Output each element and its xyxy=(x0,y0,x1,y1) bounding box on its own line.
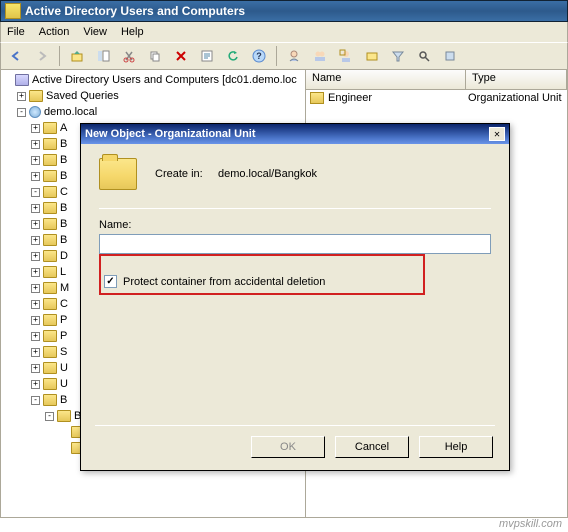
folder-icon xyxy=(43,138,57,150)
new-group-button[interactable] xyxy=(309,45,331,67)
cut-button[interactable] xyxy=(118,45,140,67)
folder-icon xyxy=(43,394,57,406)
expand-icon[interactable]: + xyxy=(31,380,40,389)
expand-icon[interactable]: + xyxy=(17,92,26,101)
app-title: Active Directory Users and Computers xyxy=(25,4,245,18)
show-tree-button[interactable] xyxy=(92,45,114,67)
properties-button[interactable] xyxy=(196,45,218,67)
folder-icon xyxy=(43,250,57,262)
protect-label: Protect container from accidental deleti… xyxy=(123,276,325,288)
dialog-titlebar: New Object - Organizational Unit ✕ xyxy=(81,124,509,144)
expand-icon[interactable]: - xyxy=(31,396,40,405)
expand-icon[interactable]: + xyxy=(31,364,40,373)
help-button[interactable]: Help xyxy=(419,436,493,458)
folder-icon xyxy=(43,346,57,358)
collapse-icon[interactable]: - xyxy=(17,108,26,117)
name-label: Name: xyxy=(99,219,491,231)
close-button[interactable]: ✕ xyxy=(489,127,505,141)
expand-icon[interactable]: + xyxy=(31,204,40,213)
app-icon xyxy=(5,3,21,19)
folder-icon xyxy=(43,298,57,310)
expand-icon[interactable]: - xyxy=(31,188,40,197)
folder-icon xyxy=(43,202,57,214)
expand-icon[interactable]: + xyxy=(31,124,40,133)
new-ou-button[interactable] xyxy=(335,45,357,67)
expand-icon[interactable]: + xyxy=(31,156,40,165)
find-button[interactable] xyxy=(361,45,383,67)
cancel-button[interactable]: Cancel xyxy=(335,436,409,458)
folder-icon xyxy=(43,266,57,278)
expand-icon[interactable]: + xyxy=(31,348,40,357)
filter-button[interactable] xyxy=(387,45,409,67)
dialog-title: New Object - Organizational Unit xyxy=(85,128,256,140)
tree-domain[interactable]: - demo.local xyxy=(1,104,305,120)
create-in-label: Create in: xyxy=(155,168,203,180)
folder-icon xyxy=(43,314,57,326)
name-input[interactable] xyxy=(99,234,491,254)
expand-icon[interactable]: + xyxy=(31,300,40,309)
list-header: Name Type xyxy=(306,70,567,90)
folder-icon xyxy=(43,362,57,374)
folder-icon xyxy=(43,378,57,390)
search-button[interactable] xyxy=(413,45,435,67)
folder-icon xyxy=(43,186,57,198)
refresh-button[interactable] xyxy=(222,45,244,67)
watermark: mvpskill.com xyxy=(499,518,562,530)
list-row[interactable]: Engineer Organizational Unit xyxy=(306,90,567,106)
ou-icon xyxy=(310,92,324,104)
folder-icon xyxy=(43,234,57,246)
copy-button[interactable] xyxy=(144,45,166,67)
server-icon xyxy=(15,74,29,86)
expand-icon[interactable]: + xyxy=(31,220,40,229)
menu-help[interactable]: Help xyxy=(121,26,144,38)
expand-icon[interactable]: + xyxy=(31,172,40,181)
col-type[interactable]: Type xyxy=(466,70,567,89)
app-titlebar: Active Directory Users and Computers xyxy=(0,0,568,22)
folder-icon xyxy=(43,154,57,166)
col-name[interactable]: Name xyxy=(306,70,466,89)
up-button[interactable] xyxy=(66,45,88,67)
menubar: File Action View Help xyxy=(0,22,568,42)
svg-text:?: ? xyxy=(256,51,262,61)
menu-file[interactable]: File xyxy=(7,26,25,38)
folder-icon xyxy=(99,158,137,190)
highlight-annotation: ✓ Protect container from accidental dele… xyxy=(99,254,425,295)
expand-icon[interactable]: + xyxy=(31,252,40,261)
expand-icon[interactable]: + xyxy=(31,236,40,245)
menu-view[interactable]: View xyxy=(83,26,107,38)
ok-button[interactable]: OK xyxy=(251,436,325,458)
tree-saved-queries[interactable]: + Saved Queries xyxy=(1,88,305,104)
help-button[interactable]: ? xyxy=(248,45,270,67)
expand-icon[interactable]: + xyxy=(31,140,40,149)
new-ou-dialog: New Object - Organizational Unit ✕ Creat… xyxy=(80,123,510,471)
forward-button[interactable] xyxy=(31,45,53,67)
add-domain-button[interactable] xyxy=(439,45,461,67)
globe-icon xyxy=(29,106,41,118)
expand-icon[interactable]: + xyxy=(31,284,40,293)
expand-icon[interactable]: + xyxy=(31,332,40,341)
folder-icon xyxy=(29,90,43,102)
tree-root[interactable]: Active Directory Users and Computers [dc… xyxy=(1,72,305,88)
folder-icon xyxy=(43,170,57,182)
new-user-button[interactable] xyxy=(283,45,305,67)
folder-icon xyxy=(57,410,71,422)
expand-icon[interactable]: + xyxy=(31,316,40,325)
collapse-icon[interactable]: - xyxy=(45,412,54,421)
folder-icon xyxy=(43,282,57,294)
row-type: Organizational Unit xyxy=(468,92,562,104)
row-name: Engineer xyxy=(328,92,468,104)
folder-icon xyxy=(43,218,57,230)
folder-icon xyxy=(43,122,57,134)
toolbar: ? xyxy=(0,42,568,70)
folder-icon xyxy=(43,330,57,342)
delete-button[interactable] xyxy=(170,45,192,67)
back-button[interactable] xyxy=(5,45,27,67)
menu-action[interactable]: Action xyxy=(39,26,70,38)
create-in-path: demo.local/Bangkok xyxy=(218,168,317,180)
expand-icon[interactable]: + xyxy=(31,268,40,277)
protect-checkbox[interactable]: ✓ xyxy=(104,275,117,288)
